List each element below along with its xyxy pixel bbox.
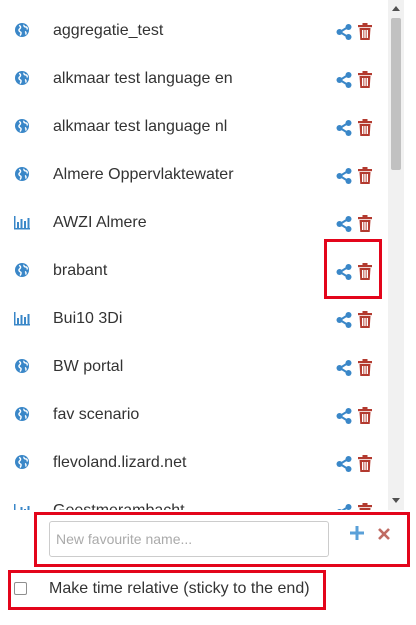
relative-time-option: Make time relative (sticky to the end) — [8, 570, 326, 610]
favourite-label[interactable]: flevoland.lizard.net — [53, 453, 186, 473]
favourite-row[interactable]: Bui10 3Di — [0, 295, 390, 343]
share-icon[interactable] — [336, 408, 352, 424]
favourite-row[interactable]: flevoland.lizard.net — [0, 439, 390, 487]
favourite-row[interactable]: aggregatie_test — [0, 7, 390, 55]
add-favourite-plus-icon[interactable] — [350, 526, 364, 540]
list-scrollbar[interactable] — [388, 0, 404, 510]
globe-icon — [14, 406, 30, 422]
globe-icon — [14, 454, 30, 470]
favourite-label[interactable]: aggregatie_test — [53, 21, 163, 41]
favourites-list-content: aggregatie_testalkmaar test language en a… — [0, 7, 390, 510]
delete-trash-icon[interactable] — [358, 359, 372, 376]
globe-icon — [14, 70, 30, 86]
favourite-label[interactable]: brabant — [53, 261, 107, 281]
favourite-label[interactable]: Almere Oppervlaktewater — [53, 165, 234, 185]
favourites-list[interactable]: aggregatie_testalkmaar test language en a… — [0, 0, 404, 510]
globe-icon — [14, 22, 30, 38]
favourite-label[interactable]: Bui10 3Di — [53, 309, 122, 329]
favourite-row[interactable]: Almere Oppervlaktewater — [0, 151, 390, 199]
share-icon[interactable] — [336, 216, 352, 232]
delete-trash-icon[interactable] — [358, 215, 372, 232]
delete-trash-icon[interactable] — [358, 119, 372, 136]
favourite-label[interactable]: BW portal — [53, 357, 123, 377]
delete-trash-icon[interactable] — [358, 503, 372, 510]
share-icon[interactable] — [336, 72, 352, 88]
cancel-favourite-x-icon[interactable] — [378, 528, 390, 540]
delete-trash-icon[interactable] — [358, 71, 372, 88]
favourite-row[interactable]: fav scenario — [0, 391, 390, 439]
scroll-thumb[interactable] — [391, 18, 401, 170]
relative-time-label[interactable]: Make time relative (sticky to the end) — [49, 579, 310, 599]
bar-chart-icon — [14, 310, 30, 326]
favourite-row[interactable]: brabant — [0, 247, 390, 295]
delete-trash-icon[interactable] — [358, 407, 372, 424]
delete-trash-icon[interactable] — [358, 167, 372, 184]
bar-chart-icon — [14, 214, 30, 230]
share-icon[interactable] — [336, 360, 352, 376]
share-icon[interactable] — [336, 504, 352, 510]
scroll-up-arrow-icon[interactable] — [392, 6, 400, 11]
favourite-label[interactable]: fav scenario — [53, 405, 139, 425]
share-icon[interactable] — [336, 456, 352, 472]
scroll-down-arrow-icon[interactable] — [392, 498, 400, 503]
favourite-row[interactable]: BW portal — [0, 343, 390, 391]
delete-trash-icon[interactable] — [358, 263, 372, 280]
share-icon[interactable] — [336, 168, 352, 184]
share-icon[interactable] — [336, 264, 352, 280]
globe-icon — [14, 118, 30, 134]
favourite-row[interactable]: AWZI Almere — [0, 199, 390, 247]
favourite-label[interactable]: Geestmerambacht — [53, 501, 185, 510]
favourite-row[interactable]: Geestmerambacht — [0, 487, 390, 510]
bar-chart-icon — [14, 502, 30, 510]
favourite-row[interactable]: alkmaar test language en — [0, 55, 390, 103]
new-favourite-name-input[interactable] — [49, 521, 329, 557]
favourite-label[interactable]: alkmaar test language en — [53, 69, 233, 89]
delete-trash-icon[interactable] — [358, 23, 372, 40]
share-icon[interactable] — [336, 24, 352, 40]
globe-icon — [14, 262, 30, 278]
globe-icon — [14, 358, 30, 374]
share-icon[interactable] — [336, 120, 352, 136]
delete-trash-icon[interactable] — [358, 311, 372, 328]
favourite-row[interactable]: alkmaar test language nl — [0, 103, 390, 151]
new-favourite-form — [36, 514, 410, 566]
favourite-label[interactable]: alkmaar test language nl — [53, 117, 227, 137]
share-icon[interactable] — [336, 312, 352, 328]
delete-trash-icon[interactable] — [358, 455, 372, 472]
relative-time-checkbox[interactable] — [14, 582, 27, 595]
globe-icon — [14, 166, 30, 182]
favourite-label[interactable]: AWZI Almere — [53, 213, 147, 233]
